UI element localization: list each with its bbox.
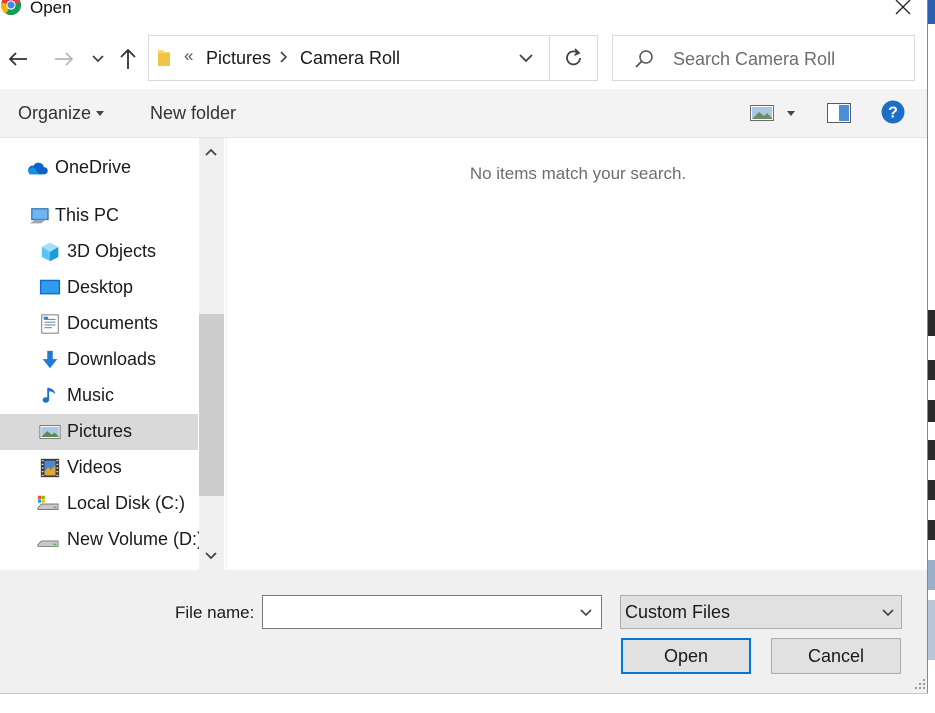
breadcrumb-pictures[interactable]: Pictures <box>206 48 271 69</box>
chevron-down-icon[interactable] <box>577 602 595 622</box>
nav-item-3d-objects[interactable]: 3D Objects <box>0 234 198 270</box>
cancel-button[interactable]: Cancel <box>771 638 901 674</box>
scroll-up-icon[interactable] <box>203 144 219 160</box>
scrollbar-thumb[interactable] <box>199 314 224 496</box>
desktop-icon <box>39 279 61 295</box>
folder-icon <box>158 50 170 66</box>
arrow-left-icon <box>8 52 27 66</box>
close-icon[interactable] <box>888 0 918 20</box>
downloads-icon <box>42 350 58 369</box>
nav-item-label: Pictures <box>67 421 133 441</box>
nav-item-label: Music <box>67 385 115 405</box>
chevron-down-icon <box>92 55 104 63</box>
recent-locations-button[interactable] <box>88 44 108 74</box>
nav-item-new-volume[interactable]: New Volume (D:) <box>0 522 203 558</box>
nav-item-local-disk[interactable]: Local Disk (C:) <box>0 486 198 522</box>
help-icon[interactable]: ? <box>881 100 905 124</box>
nav-item-label: Videos <box>67 457 122 477</box>
documents-icon <box>41 314 59 334</box>
arrow-right-icon <box>55 52 74 66</box>
nav-item-label: OneDrive <box>55 157 132 177</box>
nav-item-label: Local Disk (C:) <box>67 493 186 513</box>
change-view-icon[interactable] <box>750 105 774 121</box>
svg-text:?: ? <box>888 105 898 122</box>
nav-item-documents[interactable]: Documents <box>0 306 198 342</box>
preview-pane-icon[interactable] <box>827 103 851 123</box>
navigation-pane: OneDrive This PC 3D Objects Desktop Docu… <box>0 138 224 570</box>
title-bar: Open <box>0 0 930 20</box>
local-disk-icon <box>37 495 59 510</box>
onedrive-icon <box>28 162 48 175</box>
nav-item-label: Desktop <box>67 277 134 297</box>
file-type-select[interactable]: Custom Files <box>620 595 902 629</box>
music-icon <box>42 387 56 403</box>
breadcrumb-overflow[interactable]: « <box>184 46 193 66</box>
search-placeholder: Search Camera Roll <box>673 49 836 69</box>
nav-item-videos[interactable]: Videos <box>0 450 198 486</box>
address-divider <box>549 36 550 80</box>
nav-item-label: This PC <box>55 205 120 225</box>
refresh-icon[interactable] <box>559 44 589 72</box>
file-name-input[interactable] <box>262 595 602 629</box>
arrow-up-icon <box>120 48 136 69</box>
file-type-value: Custom Files <box>625 602 731 622</box>
nav-item-label: Downloads <box>67 349 157 369</box>
resize-grip-icon[interactable] <box>912 676 926 690</box>
3d-objects-icon <box>41 242 59 262</box>
back-button[interactable] <box>4 44 32 74</box>
address-bar[interactable]: « Pictures Camera Roll <box>148 35 598 81</box>
caret-down-icon[interactable] <box>96 111 104 116</box>
this-pc-icon <box>29 208 49 224</box>
scroll-down-icon[interactable] <box>203 548 219 564</box>
pane-divider[interactable] <box>226 138 227 570</box>
nav-item-downloads[interactable]: Downloads <box>0 342 198 378</box>
navigation-scrollbar[interactable] <box>199 138 224 570</box>
empty-results-message: No items match your search. <box>469 164 687 183</box>
window-title: Open <box>30 0 72 17</box>
chevron-down-icon[interactable] <box>879 602 897 622</box>
chrome-icon <box>0 0 22 16</box>
nav-item-desktop[interactable]: Desktop <box>0 270 198 306</box>
search-icon <box>635 50 653 68</box>
nav-item-label: New Volume (D:) <box>67 529 204 549</box>
nav-item-onedrive[interactable]: OneDrive <box>0 150 198 186</box>
up-button[interactable] <box>114 44 142 74</box>
videos-icon <box>40 458 60 478</box>
nav-item-music[interactable]: Music <box>0 378 198 414</box>
nav-item-label: Documents <box>67 313 159 333</box>
pictures-icon <box>39 425 61 439</box>
open-button[interactable]: Open <box>621 638 751 674</box>
view-options-caret-icon[interactable] <box>787 111 795 116</box>
breadcrumb-camera-roll[interactable]: Camera Roll <box>300 48 400 69</box>
toolbar: Organize New folder ? <box>0 89 928 138</box>
nav-item-label: 3D Objects <box>67 241 157 261</box>
dialog-bottom-border <box>0 693 928 694</box>
search-input[interactable]: Search Camera Roll <box>612 35 915 81</box>
address-dropdown-icon[interactable] <box>515 46 537 70</box>
chevron-right-icon[interactable] <box>279 49 289 65</box>
file-selection-panel: File name: Custom Files Open Cancel <box>0 570 928 693</box>
background-window-edge <box>928 0 935 713</box>
forward-button[interactable] <box>50 44 78 74</box>
file-name-label: File name: <box>175 603 255 622</box>
nav-item-pictures[interactable]: Pictures <box>0 414 198 450</box>
new-folder-button[interactable]: New folder <box>150 103 236 124</box>
organize-button[interactable]: Organize <box>18 103 91 124</box>
new-volume-icon <box>37 540 59 547</box>
nav-item-this-pc[interactable]: This PC <box>0 198 198 234</box>
